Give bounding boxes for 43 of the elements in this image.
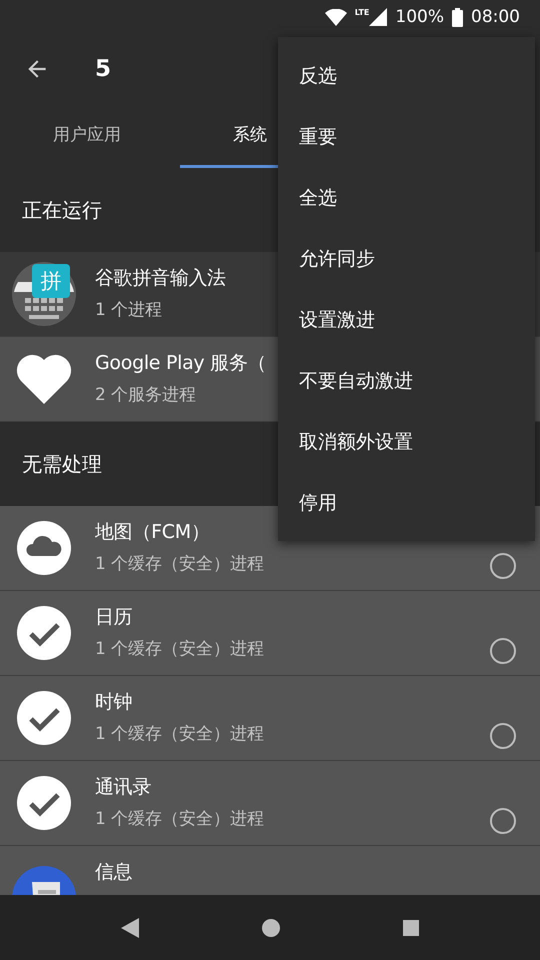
process-info: 1 个缓存（安全）进程	[95, 554, 264, 574]
check-icon	[16, 691, 70, 745]
process-info: 2 个服务进程	[95, 385, 196, 405]
back-nav-button[interactable]	[121, 918, 140, 938]
battery-percent: 100%	[395, 7, 444, 27]
recents-button[interactable]	[402, 920, 419, 936]
process-info: 1 个缓存（安全）进程	[95, 809, 264, 829]
app-name: Google Play 服务（	[95, 351, 266, 375]
radio-button[interactable]	[490, 638, 516, 664]
menu-item[interactable]: 反选	[278, 45, 535, 106]
clock: 08:00	[471, 7, 520, 27]
section-header: 正在运行	[22, 196, 102, 224]
app-row[interactable]: 通讯录 1 个缓存（安全）进程	[0, 761, 540, 846]
menu-item[interactable]: 全选	[278, 167, 535, 228]
pinyin-badge: 拼	[32, 264, 70, 298]
toolbar-title: 5	[95, 56, 112, 82]
process-info: 1 个进程	[95, 300, 162, 320]
wifi-icon	[324, 8, 347, 26]
battery-icon	[452, 8, 463, 26]
home-button[interactable]	[262, 918, 280, 936]
network-type: LTE	[354, 8, 370, 17]
app-row[interactable]: 日历 1 个缓存（安全）进程	[0, 591, 540, 676]
tab[interactable]: 用户应用	[0, 104, 180, 168]
app-name: 信息	[95, 860, 132, 884]
menu-item[interactable]: 不要自动激进	[278, 350, 535, 411]
heart-icon	[16, 354, 72, 404]
radio-button[interactable]	[490, 808, 516, 834]
app-name: 日历	[95, 605, 132, 629]
process-info: 1 个缓存（安全）进程	[95, 639, 264, 659]
app-name: 谷歌拼音输入法	[95, 266, 226, 290]
app-name: 通讯录	[95, 775, 152, 799]
app-row[interactable]: 信息	[0, 846, 540, 895]
check-icon	[16, 606, 70, 660]
radio-button[interactable]	[490, 723, 516, 749]
radio-button[interactable]	[490, 553, 516, 579]
app-name: 地图（FCM）	[95, 520, 210, 544]
signal-icon	[369, 8, 388, 26]
check-icon	[16, 776, 70, 830]
section-header: 无需处理	[22, 450, 102, 478]
app-name: 时钟	[95, 690, 132, 714]
cloud-icon	[16, 521, 70, 575]
process-info: 1 个缓存（安全）进程	[95, 724, 264, 744]
app-row[interactable]: 时钟 1 个缓存（安全）进程	[0, 676, 540, 761]
